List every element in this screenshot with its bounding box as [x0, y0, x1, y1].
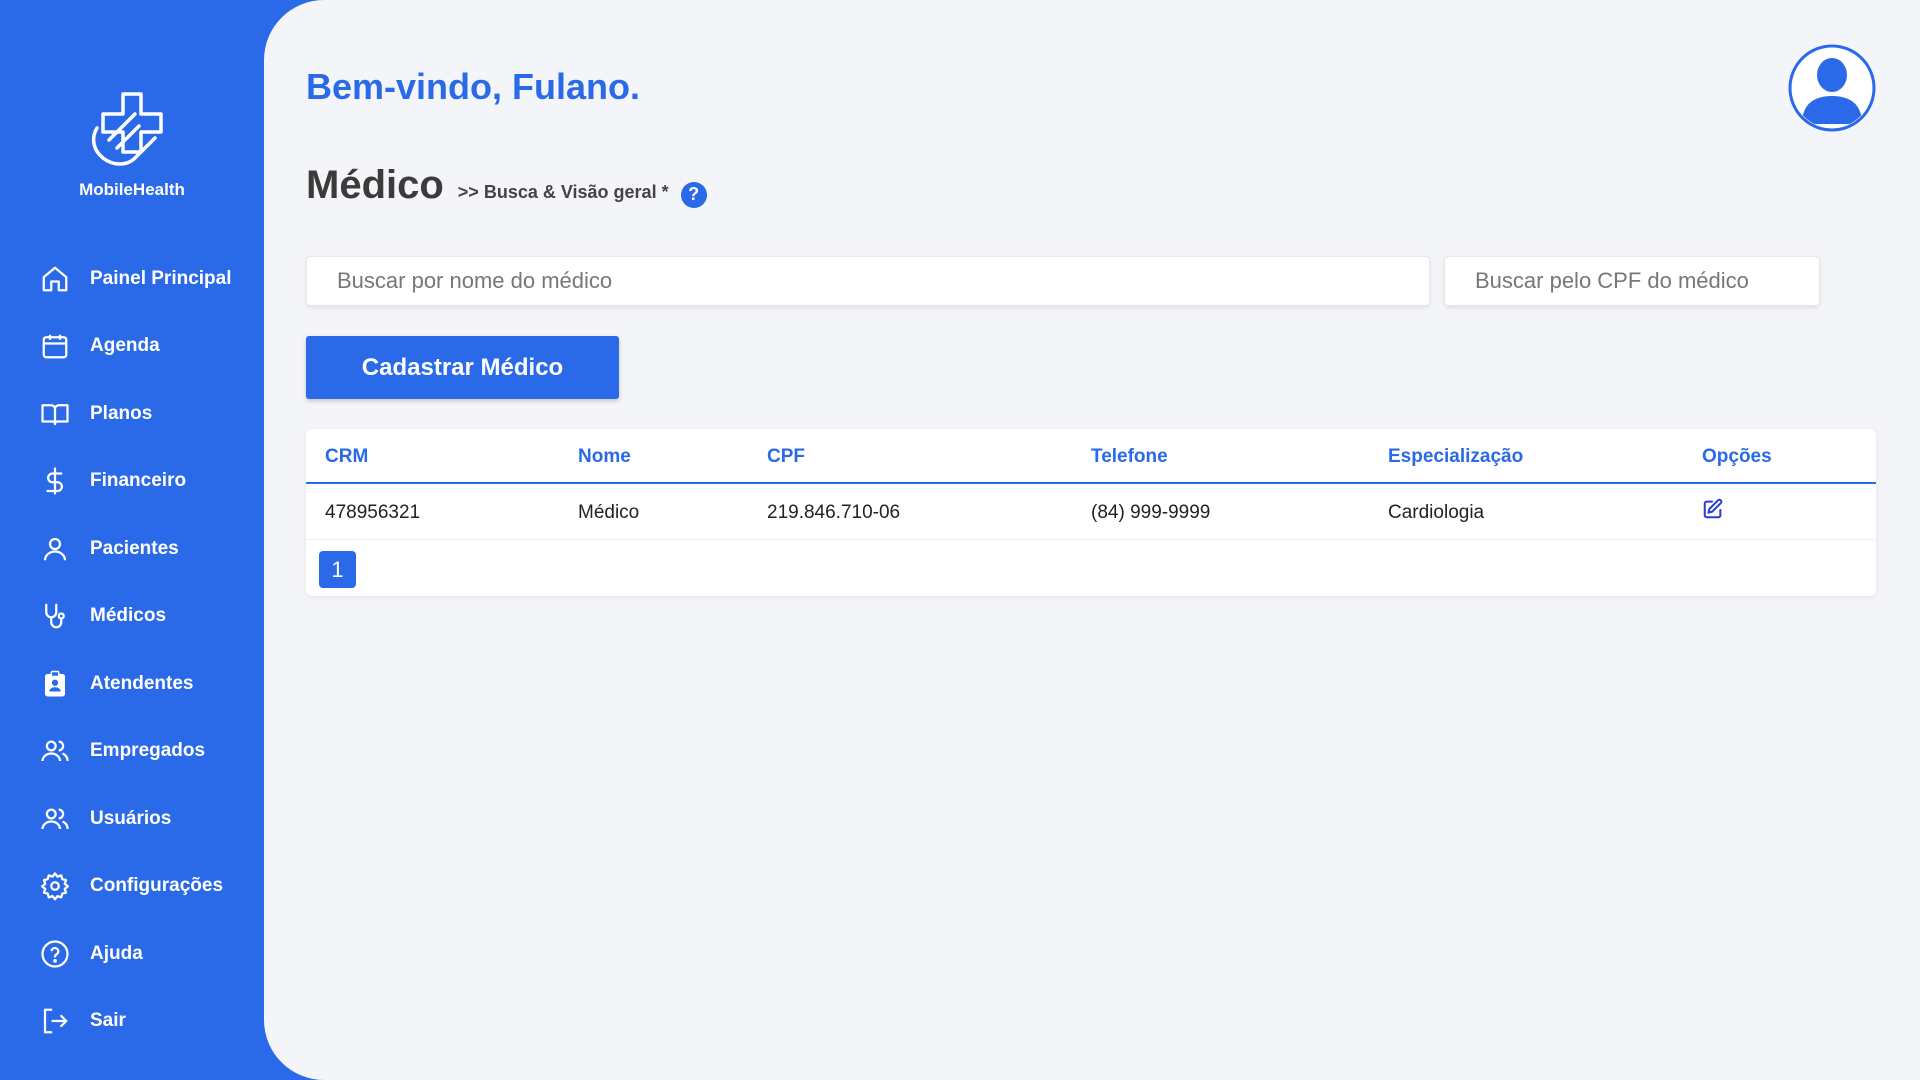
column-header-cpf[interactable]: CPF: [767, 446, 805, 468]
column-header-nome[interactable]: Nome: [578, 446, 631, 468]
create-doctor-button[interactable]: Cadastrar Médico: [306, 336, 619, 399]
badge-icon: [40, 669, 70, 699]
sidebar-item-medicos[interactable]: Médicos: [0, 583, 264, 651]
page-header: Médico >> Busca & Visão geral * ?: [306, 163, 707, 208]
sidebar-item-label: Pacientes: [90, 537, 179, 559]
sidebar-item-painel-principal[interactable]: Painel Principal: [0, 245, 264, 313]
sidebar-item-atendentes[interactable]: Atendentes: [0, 650, 264, 718]
sidebar-nav: Painel Principal Agenda Planos Financeir…: [0, 245, 264, 1055]
home-icon: [40, 264, 70, 294]
sidebar-item-label: Médicos: [90, 605, 167, 627]
cell-especializacao: Cardiologia: [1388, 502, 1485, 523]
help-icon[interactable]: ?: [680, 181, 707, 208]
sidebar-item-agenda[interactable]: Agenda: [0, 313, 264, 381]
cell-crm: 478956321: [325, 502, 421, 523]
sidebar-item-label: Usuários: [90, 807, 172, 829]
column-header-especializacao[interactable]: Especialização: [1388, 446, 1523, 468]
main-content: Bem-vindo, Fulano. Médico >> Busca & Vis…: [264, 0, 1920, 1080]
users-icon: [40, 804, 70, 834]
sidebar-item-configuracoes[interactable]: Configurações: [0, 853, 264, 921]
sidebar-item-label: Painel Principal: [90, 267, 232, 289]
edit-icon[interactable]: [1702, 498, 1724, 520]
avatar[interactable]: [1788, 44, 1876, 132]
users-icon: [40, 736, 70, 766]
user-icon: [40, 534, 70, 564]
user-avatar-icon: [1788, 44, 1876, 132]
sidebar-item-ajuda[interactable]: Ajuda: [0, 920, 264, 988]
sidebar-item-label: Atendentes: [90, 672, 194, 694]
calendar-icon: [40, 331, 70, 361]
dollar-icon: [40, 466, 70, 496]
sidebar-item-usuarios[interactable]: Usuários: [0, 785, 264, 853]
logout-icon: [40, 1006, 70, 1036]
sidebar-item-label: Ajuda: [90, 942, 143, 964]
doctors-table: CRM Nome CPF Telefone Especialização Opç…: [306, 429, 1876, 596]
column-header-telefone[interactable]: Telefone: [1091, 446, 1168, 468]
sidebar-item-label: Agenda: [90, 335, 160, 357]
sidebar-item-sair[interactable]: Sair: [0, 988, 264, 1056]
cell-cpf: 219.846.710-06: [767, 502, 901, 523]
sidebar-item-label: Configurações: [90, 875, 224, 897]
search-cpf-input[interactable]: [1444, 256, 1820, 306]
stethoscope-icon: [40, 601, 70, 631]
sidebar-item-planos[interactable]: Planos: [0, 380, 264, 448]
sidebar-item-pacientes[interactable]: Pacientes: [0, 515, 264, 583]
app-name: MobileHealth: [79, 180, 185, 199]
logo-hand-cross-icon: [91, 92, 163, 166]
cell-telefone: (84) 999-9999: [1091, 502, 1211, 523]
sidebar-item-label: Sair: [90, 1010, 126, 1032]
column-header-crm[interactable]: CRM: [325, 446, 368, 468]
column-header-opcoes: Opções: [1702, 446, 1772, 467]
sidebar-item-label: Planos: [90, 402, 153, 424]
help-circle-icon: [40, 939, 70, 969]
sidebar-item-empregados[interactable]: Empregados: [0, 718, 264, 786]
pagination-page-button[interactable]: 1: [319, 551, 356, 588]
sidebar: MobileHealth Painel Principal Agenda Pla…: [0, 0, 264, 1080]
sidebar-item-label: Empregados: [90, 740, 206, 762]
search-name-input[interactable]: [306, 256, 1430, 306]
page-title: Médico: [306, 163, 444, 207]
welcome-message: Bem-vindo, Fulano.: [306, 66, 641, 107]
table-header: CRM Nome CPF Telefone Especialização Opç…: [306, 429, 1876, 484]
book-icon: [40, 399, 70, 429]
app-logo[interactable]: MobileHealth: [0, 88, 264, 200]
sidebar-item-financeiro[interactable]: Financeiro: [0, 448, 264, 516]
gear-icon: [40, 871, 70, 901]
breadcrumb: >> Busca & Visão geral *: [457, 182, 669, 202]
sidebar-item-label: Financeiro: [90, 470, 187, 492]
cell-nome: Médico: [578, 502, 640, 523]
table-row[interactable]: 478956321 Médico 219.846.710-06 (84) 999…: [306, 484, 1876, 540]
